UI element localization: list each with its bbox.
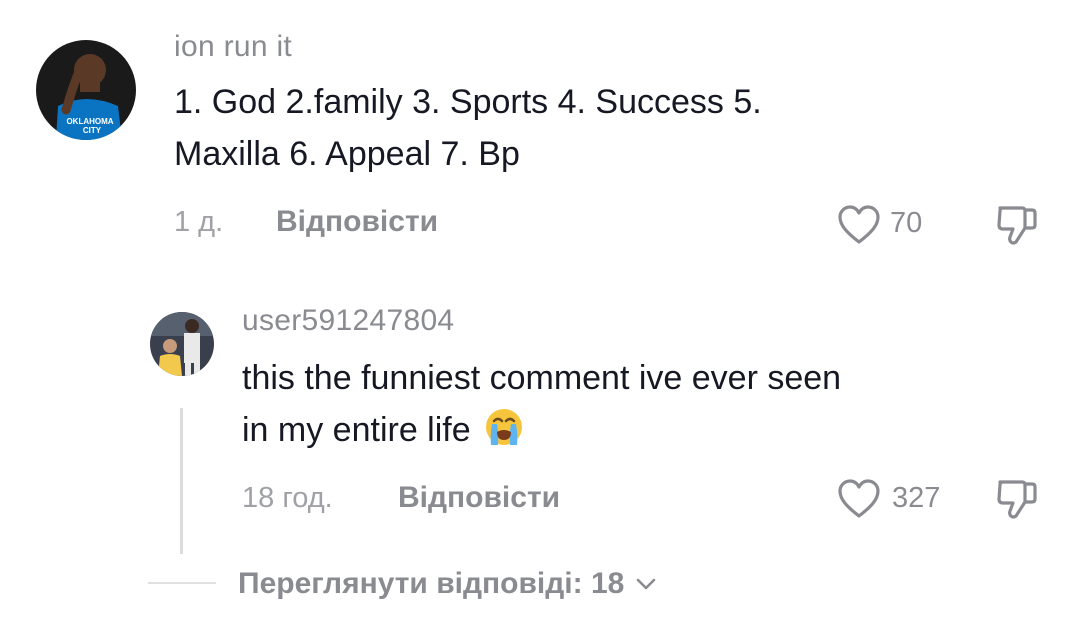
comment-text-line: 1. God 2.family 3. Sports 4. Success 5. [174,83,762,121]
svg-text:OKLAHOMA: OKLAHOMA [66,117,113,126]
loudly-crying-emoji-icon [484,407,524,447]
chevron-down-icon [637,578,656,590]
reply-button[interactable]: Відповісти [398,481,560,515]
like-count: 70 [890,207,923,239]
comment-timestamp: 18 год. [242,482,333,514]
user-avatar[interactable] [150,312,214,376]
reply-button[interactable]: Відповісти [276,205,438,239]
heart-outline-icon[interactable] [836,478,882,520]
comment-text-line-text: in my entire life [242,411,471,449]
comment-text-line: in my entire life [242,404,841,456]
like-count: 327 [892,482,941,514]
comment-text: 1. God 2.family 3. Sports 4. Success 5. … [174,76,762,180]
comment-timestamp: 1 д. [174,206,224,238]
user-avatar[interactable]: OKLAHOMA CITY [36,40,136,140]
view-replies-button[interactable]: Переглянути відповіді: 18 [238,567,658,601]
comment-username[interactable]: ion run it [174,30,292,64]
divider [148,582,216,584]
comment-username[interactable]: user591247804 [242,304,454,338]
thumbs-down-icon[interactable] [994,202,1040,246]
heart-outline-icon[interactable] [836,204,882,246]
svg-text:CITY: CITY [83,126,102,135]
comment-text-line: this the funniest comment ive ever seen [242,359,842,397]
view-replies-label: Переглянути відповіді: 18 [238,567,625,600]
thread-line [180,408,183,554]
comment-text-line: Maxilla 6. Appeal 7. Bp [174,135,520,173]
comment-text: this the funniest comment ive ever seen … [242,352,841,456]
thumbs-down-icon[interactable] [994,476,1040,520]
